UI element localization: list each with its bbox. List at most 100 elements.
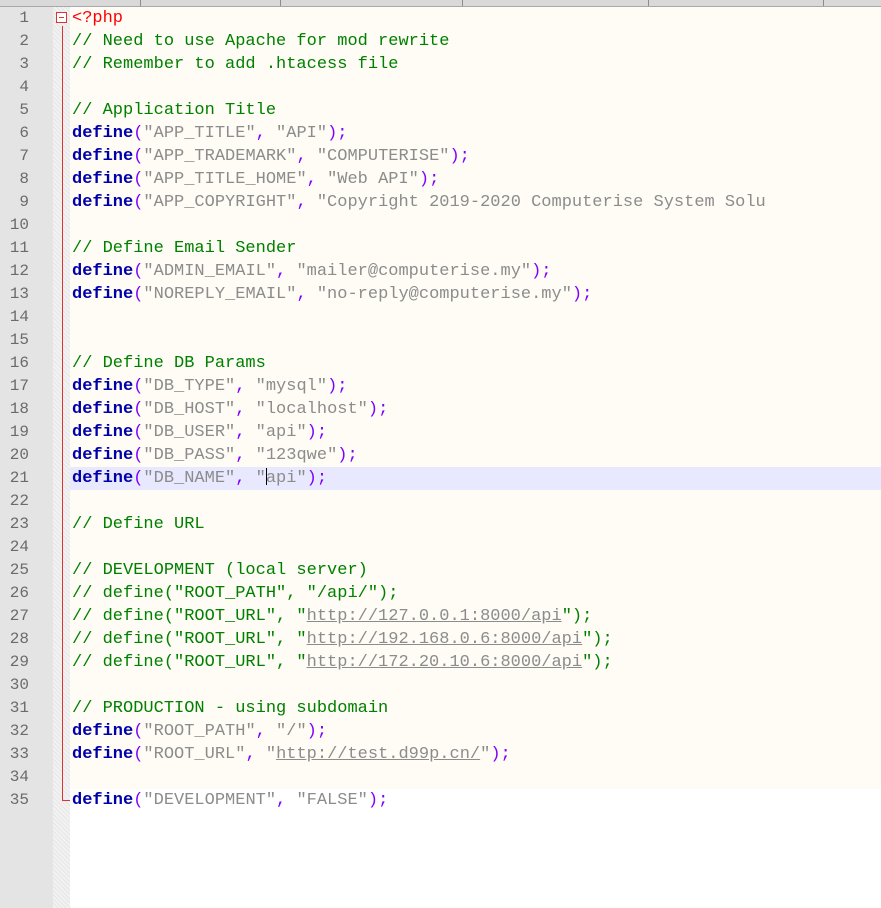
line-number: 13: [9, 285, 29, 303]
line-number: 5: [19, 101, 29, 119]
code-line[interactable]: 8 define("APP_TITLE_HOME", "Web API");: [0, 168, 881, 191]
code-line[interactable]: 9 define("APP_COPYRIGHT", "Copyright 2019…: [0, 191, 881, 214]
line-number: 9: [19, 193, 29, 211]
comment-token: // Need to use Apache for mod rewrite: [72, 32, 450, 51]
comment-token: // Define Email Sender: [72, 239, 297, 258]
string-token: "ROOT_URL": [143, 745, 246, 764]
code-line[interactable]: 10: [0, 214, 881, 237]
line-code: define("DB_HOST", "localhost");: [72, 398, 388, 421]
string-token: "APP_TRADEMARK": [143, 147, 297, 166]
string-token: "DB_TYPE": [143, 377, 236, 396]
string-token: "DB_USER": [143, 423, 236, 442]
code-line[interactable]: 35 define("DEVELOPMENT", "FALSE");: [0, 789, 881, 812]
line-code: define("ROOT_URL", "http://test.d99p.cn/…: [72, 743, 511, 766]
code-line[interactable]: 2 // Need to use Apache for mod rewrite: [0, 30, 881, 53]
code-line[interactable]: 27 // define("ROOT_URL", "http://127.0.0.…: [0, 605, 881, 628]
operator-token: );: [337, 446, 358, 465]
url-link[interactable]: http://test.d99p.cn/: [276, 745, 480, 764]
php-tag-token: <?php: [72, 9, 124, 28]
operator-token: (: [133, 745, 144, 764]
code-editor[interactable]: 1 <?php 2 // Need to use Apache for mod rew…: [0, 7, 881, 908]
line-number: 21: [9, 469, 29, 487]
keyword-token: define: [72, 377, 134, 396]
code-line[interactable]: 26 // define("ROOT_PATH", "/api/");: [0, 582, 881, 605]
string-token: "APP_TITLE": [143, 124, 256, 143]
string-token: "DB_PASS": [143, 446, 236, 465]
code-line[interactable]: 1 <?php: [0, 7, 881, 30]
code-line[interactable]: 32 define("ROOT_PATH", "/");: [0, 720, 881, 743]
url-link[interactable]: http://192.168.0.6:8000/api: [307, 630, 582, 649]
line-code: define("APP_TITLE_HOME", "Web API");: [72, 168, 439, 191]
line-number: 26: [9, 584, 29, 602]
code-line[interactable]: 19 define("DB_USER", "api");: [0, 421, 881, 444]
string-token: "DEVELOPMENT": [143, 791, 277, 810]
line-code: // Application Title: [72, 99, 276, 122]
code-line[interactable]: 24: [0, 536, 881, 559]
line-number: 6: [19, 124, 29, 142]
string-token: "ADMIN_EMAIL": [143, 262, 277, 281]
code-line[interactable]: 25 // DEVELOPMENT (local server): [0, 559, 881, 582]
code-line[interactable]: 29 // define("ROOT_URL", "http://172.20.1…: [0, 651, 881, 674]
code-line[interactable]: 4: [0, 76, 881, 99]
line-number: 19: [9, 423, 29, 441]
code-line[interactable]: 12 define("ADMIN_EMAIL", "mailer@computer…: [0, 260, 881, 283]
code-line[interactable]: 33 define("ROOT_URL", "http://test.d99p.c…: [0, 743, 881, 766]
operator-token: );: [306, 423, 328, 442]
operator-token: ,: [235, 400, 256, 419]
string-token: "APP_TITLE_HOME": [143, 170, 307, 189]
code-line[interactable]: 5 // Application Title: [0, 99, 881, 122]
operator-token: ,: [235, 423, 256, 442]
line-number: 33: [9, 745, 29, 763]
operator-token: );: [571, 285, 593, 304]
string-token: api": [265, 469, 307, 488]
line-number: 31: [9, 699, 29, 717]
code-line[interactable]: 16 // Define DB Params: [0, 352, 881, 375]
line-number: 23: [9, 515, 29, 533]
code-line[interactable]: 17 define("DB_TYPE", "mysql");: [0, 375, 881, 398]
operator-token: (: [133, 285, 144, 304]
operator-token: );: [306, 722, 328, 741]
operator-token: (: [133, 377, 144, 396]
code-line[interactable]: 6 define("APP_TITLE", "API");: [0, 122, 881, 145]
code-line[interactable]: 14: [0, 306, 881, 329]
operator-token: );: [367, 400, 389, 419]
code-line[interactable]: 28 // define("ROOT_URL", "http://192.168.…: [0, 628, 881, 651]
url-link[interactable]: http://127.0.0.1:8000/api: [307, 607, 562, 626]
comment-token: ");: [561, 607, 593, 626]
string-token: "no-reply@computerise.my": [316, 285, 572, 304]
operator-token: ,: [255, 124, 277, 143]
code-line[interactable]: 7 define("APP_TRADEMARK", "COMPUTERISE");: [0, 145, 881, 168]
code-line[interactable]: 22: [0, 490, 881, 513]
code-line[interactable]: 15: [0, 329, 881, 352]
line-number: 27: [9, 607, 29, 625]
string-token: "NOREPLY_EMAIL": [143, 285, 297, 304]
comment-token: // define("ROOT_PATH", "/api/");: [72, 584, 399, 603]
operator-token: );: [449, 147, 470, 166]
keyword-token: define: [72, 722, 134, 741]
keyword-token: define: [72, 400, 134, 419]
comment-token: // define("ROOT_URL", ": [72, 607, 307, 626]
code-line[interactable]: 21 define("DB_NAME", "api");: [0, 467, 881, 490]
code-line[interactable]: 31 // PRODUCTION - using subdomain: [0, 697, 881, 720]
line-code: define("DB_USER", "api");: [72, 421, 327, 444]
code-line[interactable]: 20 define("DB_PASS", "123qwe");: [0, 444, 881, 467]
keyword-token: define: [72, 285, 134, 304]
code-line[interactable]: 34: [0, 766, 881, 789]
operator-token: );: [531, 262, 552, 281]
string-token: "localhost": [255, 400, 368, 419]
line-number: 30: [9, 676, 29, 694]
code-line[interactable]: 11 // Define Email Sender: [0, 237, 881, 260]
line-number: 28: [9, 630, 29, 648]
line-number: 1: [19, 9, 29, 27]
operator-token: );: [418, 170, 440, 189]
operator-token: (: [133, 423, 144, 442]
code-line[interactable]: 30: [0, 674, 881, 697]
code-line[interactable]: 23 // Define URL: [0, 513, 881, 536]
string-token: "mysql": [255, 377, 328, 396]
code-line[interactable]: 13 define("NOREPLY_EMAIL", "no-reply@comp…: [0, 283, 881, 306]
url-link[interactable]: http://172.20.10.6:8000/api: [307, 653, 582, 672]
code-line[interactable]: 18 define("DB_HOST", "localhost");: [0, 398, 881, 421]
line-code: define("ROOT_PATH", "/");: [72, 720, 327, 743]
line-code: <?php: [72, 7, 123, 30]
code-line[interactable]: 3 // Remember to add .htacess file: [0, 53, 881, 76]
